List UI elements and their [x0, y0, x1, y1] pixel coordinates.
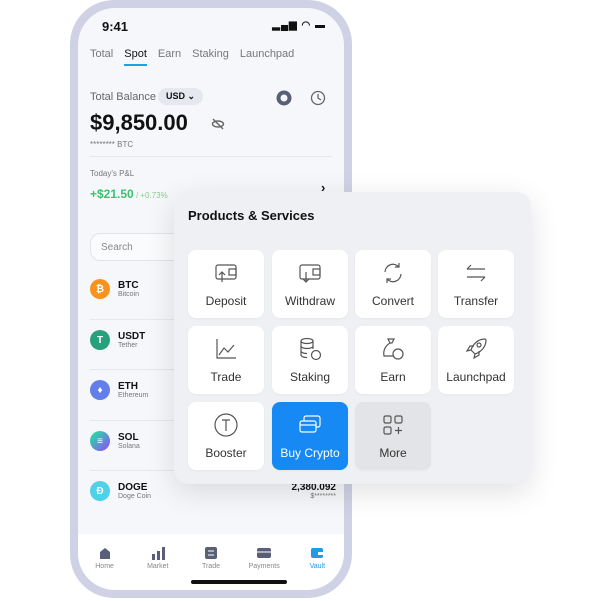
coin-symbol: DOGE — [118, 482, 148, 493]
trade-icon — [204, 547, 217, 559]
nav-label: Home — [95, 563, 114, 570]
bar-chart-icon — [151, 547, 165, 560]
tab-total[interactable]: Total — [90, 48, 113, 66]
status-icons: ▂▄▆ ◠ ▬ — [272, 20, 326, 31]
tab-earn[interactable]: Earn — [158, 48, 181, 66]
doge-icon: Ð — [90, 481, 110, 501]
tile-label: Booster — [205, 446, 247, 460]
tile-withdraw[interactable]: Withdraw — [272, 250, 348, 318]
coin-name: Bitcoin — [118, 291, 140, 298]
pnl-value: +$21.50 / +0.73% — [90, 187, 168, 201]
grid-plus-icon — [383, 415, 403, 435]
tile-label: Deposit — [205, 294, 247, 308]
nav-label: Market — [147, 563, 169, 570]
nav-label: Trade — [201, 563, 220, 570]
tether-icon: T — [90, 330, 110, 350]
tile-label: Convert — [371, 294, 415, 308]
nav-label: Payments — [248, 563, 280, 570]
eye-off-icon[interactable] — [211, 118, 225, 130]
tile-label: Buy Crypto — [280, 446, 340, 460]
tile-earn[interactable]: Earn — [355, 326, 431, 394]
tile-buy-crypto[interactable]: Buy Crypto — [272, 402, 348, 470]
panel-title: Products & Services — [188, 208, 315, 223]
home-indicator — [191, 580, 287, 584]
solana-icon: ≡ — [90, 431, 110, 451]
tile-label: Withdraw — [284, 294, 335, 308]
line-chart-icon — [216, 339, 236, 359]
tab-launchpad[interactable]: Launchpad — [240, 48, 294, 66]
tile-convert[interactable]: Convert — [355, 250, 431, 318]
coin-name: Ethereum — [118, 392, 149, 399]
coin-usd: $******** — [310, 493, 336, 500]
balance-amount: $9,850.00 — [90, 110, 188, 135]
pnl-label: Today's P&L — [90, 169, 135, 178]
coin-row-doge[interactable]: Ð DOGE Doge Coin 2,380.092 $******** — [90, 481, 336, 501]
nav-home[interactable]: Home — [85, 546, 125, 590]
tile-label: Trade — [210, 370, 242, 384]
transfer-icon — [466, 264, 486, 282]
cards-icon — [299, 415, 321, 433]
card-icon — [257, 548, 272, 558]
nav-vault[interactable]: Vault — [297, 546, 337, 590]
products-services-panel: Products & Services Deposit Withdraw Con… — [174, 192, 531, 484]
money-bag-icon — [383, 338, 404, 360]
home-icon — [99, 548, 110, 559]
chevron-down-icon: ⌄ — [187, 91, 196, 101]
balance-btc: ******** BTC — [90, 140, 134, 149]
coin-symbol: BTC — [118, 280, 139, 291]
currency-select[interactable]: USD ⌄ — [158, 88, 204, 105]
divider — [90, 156, 332, 157]
bitcoin-icon: ₿ — [90, 279, 110, 299]
status-time: 9:41 — [102, 19, 129, 34]
tile-transfer[interactable]: Transfer — [438, 250, 514, 318]
tile-trade[interactable]: Trade — [188, 326, 264, 394]
currency-value: USD — [166, 91, 186, 101]
coin-name: Solana — [118, 443, 140, 450]
tab-staking[interactable]: Staking — [192, 48, 229, 66]
deposit-icon — [215, 264, 237, 282]
tile-more[interactable]: More — [355, 402, 431, 470]
tile-label: Transfer — [453, 294, 499, 308]
wallet-icon — [311, 548, 324, 558]
tab-spot[interactable]: Spot — [124, 48, 147, 66]
tile-deposit[interactable]: Deposit — [188, 250, 264, 318]
coin-symbol: SOL — [118, 432, 139, 443]
coin-stack-icon — [300, 337, 322, 361]
tile-label: More — [379, 446, 407, 460]
tile-label: Earn — [380, 370, 406, 384]
coin-symbol: ETH — [118, 381, 138, 392]
tile-staking[interactable]: Staking — [272, 326, 348, 394]
convert-icon — [384, 263, 402, 283]
ethereum-icon: ♦ — [90, 380, 110, 400]
history-icon[interactable] — [309, 89, 327, 107]
total-balance-label: Total Balance — [90, 91, 157, 103]
rocket-icon — [465, 338, 487, 360]
coin-symbol: USDT — [118, 331, 146, 342]
coin-name: Doge Coin — [118, 493, 152, 500]
withdraw-icon — [299, 264, 321, 283]
tile-label: Staking — [289, 370, 331, 384]
tile-launchpad[interactable]: Launchpad — [438, 326, 514, 394]
tile-label: Launchpad — [446, 370, 506, 384]
booster-icon — [214, 413, 238, 437]
tile-booster[interactable]: Booster — [188, 402, 264, 470]
coin-value: 2,380.092 $******** — [292, 482, 337, 500]
pnl-percent: / +0.73% — [133, 191, 168, 200]
coin-name: Tether — [118, 342, 138, 349]
pie-chart-icon[interactable] — [276, 90, 292, 106]
nav-market[interactable]: Market — [138, 546, 178, 590]
pnl-amount: +$21.50 — [90, 187, 134, 201]
wallet-tabs: Total Spot Earn Staking Launchpad — [90, 48, 294, 66]
nav-label: Vault — [309, 563, 326, 570]
